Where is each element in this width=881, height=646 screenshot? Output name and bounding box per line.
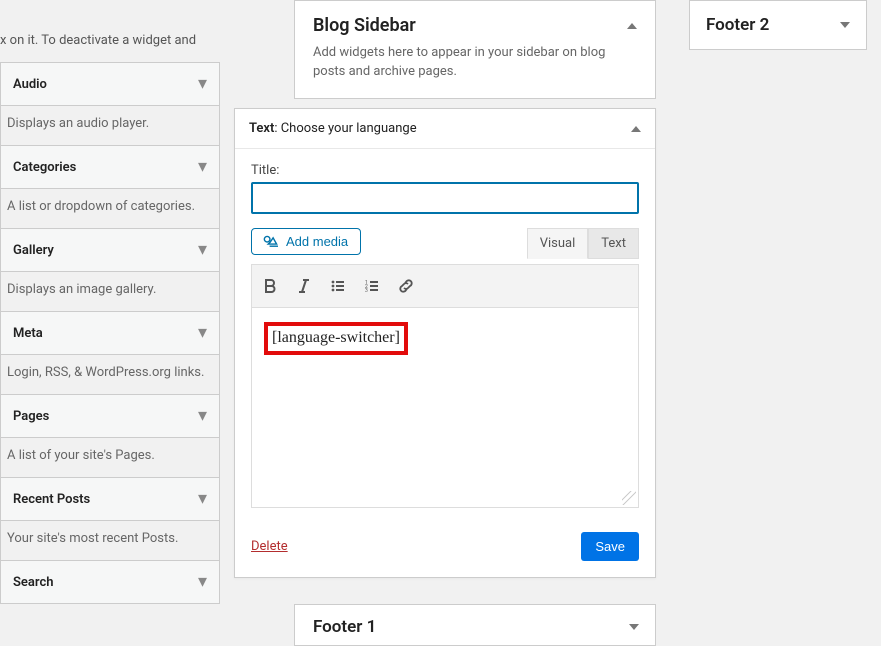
resize-handle[interactable] bbox=[622, 491, 636, 505]
chevron-down-icon: ▾ bbox=[198, 407, 207, 425]
widget-name: Audio bbox=[13, 77, 47, 92]
chevron-down-icon: ▾ bbox=[198, 490, 207, 508]
chevron-down-icon: ▾ bbox=[198, 241, 207, 259]
add-media-label: Add media bbox=[286, 234, 348, 249]
widget-description: Login, RSS, & WordPress.org links. bbox=[1, 354, 219, 394]
widget-description: Displays an audio player. bbox=[1, 105, 219, 145]
collapse-icon[interactable] bbox=[627, 23, 637, 29]
svg-text:3: 3 bbox=[365, 288, 368, 294]
editor-content-area[interactable]: [language-switcher] bbox=[251, 308, 639, 508]
link-button[interactable] bbox=[390, 271, 422, 301]
available-widget-recent-posts[interactable]: Recent Posts ▾ Your site's most recent P… bbox=[0, 478, 220, 561]
chevron-down-icon[interactable] bbox=[840, 22, 850, 28]
widget-description: A list of your site's Pages. bbox=[1, 437, 219, 477]
footer2-title: Footer 2 bbox=[706, 15, 769, 35]
instructions-text: x on it. To deactivate a widget and bbox=[0, 0, 220, 62]
widget-editor-text: Text: Choose your languange Title: Add m… bbox=[234, 108, 656, 578]
tab-text[interactable]: Text bbox=[588, 228, 639, 259]
available-widget-meta[interactable]: Meta ▾ Login, RSS, & WordPress.org links… bbox=[0, 312, 220, 395]
widget-editor-header[interactable]: Text: Choose your languange bbox=[235, 109, 655, 149]
chevron-down-icon: ▾ bbox=[198, 324, 207, 342]
widget-name: Pages bbox=[13, 409, 49, 424]
available-widget-categories[interactable]: Categories ▾ A list or dropdown of categ… bbox=[0, 146, 220, 229]
available-widget-pages[interactable]: Pages ▾ A list of your site's Pages. bbox=[0, 395, 220, 478]
add-media-button[interactable]: Add media bbox=[251, 228, 361, 255]
sidebar-area-footer-1[interactable]: Footer 1 bbox=[294, 604, 656, 646]
delete-widget-link[interactable]: Delete bbox=[251, 539, 288, 554]
sidebar-area-description: Add widgets here to appear in your sideb… bbox=[313, 44, 637, 96]
footer1-title: Footer 1 bbox=[313, 617, 376, 637]
bold-button[interactable] bbox=[254, 271, 286, 301]
editor-toolbar: 123 bbox=[251, 264, 639, 308]
chevron-down-icon[interactable] bbox=[629, 624, 639, 630]
widget-description: Your site's most recent Posts. bbox=[1, 520, 219, 560]
unordered-list-button[interactable] bbox=[322, 271, 354, 301]
title-input[interactable] bbox=[251, 182, 639, 214]
available-widgets-list: Audio ▾ Displays an audio player. Catego… bbox=[0, 62, 220, 604]
media-icon bbox=[262, 235, 280, 249]
chevron-down-icon: ▾ bbox=[198, 573, 207, 591]
widget-name: Recent Posts bbox=[13, 492, 90, 507]
save-button[interactable]: Save bbox=[581, 532, 639, 561]
available-widget-gallery[interactable]: Gallery ▾ Displays an image gallery. bbox=[0, 229, 220, 312]
chevron-down-icon: ▾ bbox=[198, 75, 207, 93]
widget-name: Search bbox=[13, 575, 54, 590]
widget-instance-title: Choose your languange bbox=[281, 121, 417, 136]
sidebar-area-footer-2[interactable]: Footer 2 bbox=[689, 0, 867, 50]
ordered-list-button[interactable]: 123 bbox=[356, 271, 388, 301]
widget-name: Gallery bbox=[13, 243, 54, 258]
shortcode-text: [language-switcher] bbox=[264, 322, 408, 355]
title-field-label: Title: bbox=[251, 163, 639, 178]
italic-button[interactable] bbox=[288, 271, 320, 301]
available-widget-audio[interactable]: Audio ▾ Displays an audio player. bbox=[0, 63, 220, 146]
available-widget-search[interactable]: Search ▾ bbox=[0, 561, 220, 604]
widget-description: Displays an image gallery. bbox=[1, 271, 219, 311]
sidebar-area-title: Blog Sidebar bbox=[313, 15, 637, 36]
widget-name: Meta bbox=[13, 326, 43, 341]
chevron-down-icon: ▾ bbox=[198, 158, 207, 176]
sidebar-area-blog-sidebar[interactable]: Blog Sidebar Add widgets here to appear … bbox=[294, 0, 656, 99]
tab-visual[interactable]: Visual bbox=[527, 228, 589, 259]
widget-type-label: Text bbox=[249, 121, 274, 136]
widget-description: A list or dropdown of categories. bbox=[1, 188, 219, 228]
widget-name: Categories bbox=[13, 160, 76, 175]
collapse-icon[interactable] bbox=[631, 126, 641, 132]
